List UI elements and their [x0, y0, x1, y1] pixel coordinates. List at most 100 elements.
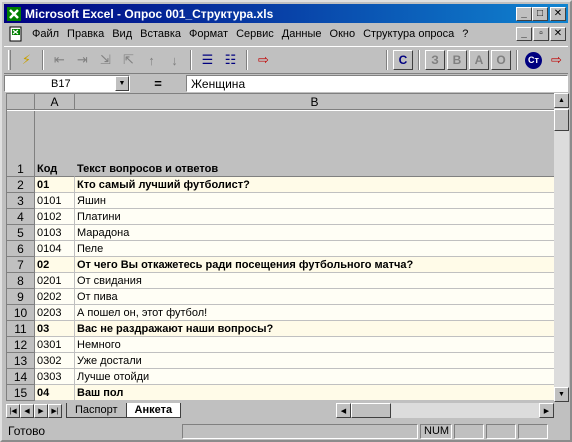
cell-text[interactable]: Яшин: [75, 193, 554, 209]
cell-text[interactable]: От чего Вы откажетесь ради посещения фут…: [75, 257, 554, 273]
indent-icon[interactable]: ⇥: [71, 49, 94, 71]
menu-edit[interactable]: Правка: [63, 28, 108, 40]
prev-sheet-icon[interactable]: ◀: [20, 403, 34, 418]
row-header[interactable]: 4: [7, 209, 35, 225]
chevron-down-icon[interactable]: ▼: [115, 76, 129, 91]
sheet-tab-passport[interactable]: Паспорт: [66, 403, 127, 418]
row-header[interactable]: 5: [7, 225, 35, 241]
minimize-button[interactable]: _: [516, 6, 532, 21]
demote-icon[interactable]: ⇲: [94, 49, 117, 71]
cell-code[interactable]: 01: [35, 177, 75, 193]
cell-code[interactable]: 03: [35, 321, 75, 337]
doc-close-button[interactable]: ✕: [550, 27, 566, 41]
row-header[interactable]: 12: [7, 337, 35, 353]
circle-cr-button[interactable]: Ст: [522, 49, 545, 71]
outdent-icon[interactable]: ⇤: [48, 49, 71, 71]
a-button[interactable]: А: [469, 50, 489, 70]
document-icon[interactable]: [8, 26, 24, 42]
cell-text[interactable]: Немного: [75, 337, 554, 353]
cell-text[interactable]: Марадона: [75, 225, 554, 241]
sheet-tab-questionnaire[interactable]: Анкета: [125, 403, 182, 418]
cell-code[interactable]: 0201: [35, 273, 75, 289]
column-header-b[interactable]: B: [75, 94, 554, 110]
cell-text[interactable]: Пеле: [75, 241, 554, 257]
row-header[interactable]: 11: [7, 321, 35, 337]
row-header[interactable]: 15: [7, 385, 35, 401]
cell-text[interactable]: От свидания: [75, 273, 554, 289]
last-sheet-icon[interactable]: ▶|: [48, 403, 62, 418]
row-header[interactable]: 9: [7, 289, 35, 305]
cell-code[interactable]: 0103: [35, 225, 75, 241]
menu-insert[interactable]: Вставка: [136, 28, 185, 40]
doc-restore-button[interactable]: ▫: [533, 27, 549, 41]
cell-code[interactable]: Код: [35, 111, 75, 177]
menu-window[interactable]: Окно: [326, 28, 360, 40]
cell-text[interactable]: Платини: [75, 209, 554, 225]
numbered-list-icon[interactable]: ☷: [219, 49, 242, 71]
move-down-icon[interactable]: ↓: [163, 49, 186, 71]
maximize-button[interactable]: □: [532, 6, 548, 21]
cell-text[interactable]: Уже достали: [75, 353, 554, 369]
cell-code[interactable]: 0102: [35, 209, 75, 225]
cell-text[interactable]: Кто самый лучший футболист?: [75, 177, 554, 193]
z-button[interactable]: З: [425, 50, 445, 70]
row-header[interactable]: 10: [7, 305, 35, 321]
select-all-corner[interactable]: [7, 94, 35, 110]
row-header[interactable]: 8: [7, 273, 35, 289]
scroll-down-icon[interactable]: ▼: [554, 387, 569, 402]
menu-view[interactable]: Вид: [108, 28, 136, 40]
cell-text[interactable]: Вас не раздражают наши вопросы?: [75, 321, 554, 337]
cell-code[interactable]: 04: [35, 385, 75, 401]
vertical-scroll-thumb[interactable]: [554, 109, 569, 131]
cell-text[interactable]: Текст вопросов и ответов: [75, 111, 554, 177]
cell-text[interactable]: А пошел он, этот футбол!: [75, 305, 554, 321]
exit2-icon[interactable]: ⇨: [545, 49, 568, 71]
row-header[interactable]: 14: [7, 369, 35, 385]
lightning-icon[interactable]: ⚡: [15, 49, 38, 71]
cell-code[interactable]: 0302: [35, 353, 75, 369]
scroll-right-icon[interactable]: ▶: [539, 403, 554, 418]
row-header[interactable]: 7: [7, 257, 35, 273]
cell-code[interactable]: 0101: [35, 193, 75, 209]
title-bar[interactable]: Microsoft Excel - Опрос 001_Структура.xl…: [4, 4, 568, 23]
cell-code[interactable]: 02: [35, 257, 75, 273]
promote-icon[interactable]: ⇱: [117, 49, 140, 71]
cell-code[interactable]: 0202: [35, 289, 75, 305]
horizontal-scrollbar[interactable]: ◀ ▶: [336, 403, 554, 418]
horizontal-scroll-thumb[interactable]: [351, 403, 391, 418]
toolbar-grip[interactable]: [8, 50, 11, 70]
cell-text[interactable]: Лучше отойди: [75, 369, 554, 385]
scroll-left-icon[interactable]: ◀: [336, 403, 351, 418]
row-header[interactable]: 1: [7, 111, 35, 177]
vertical-scrollbar[interactable]: ▲ ▼: [554, 93, 569, 402]
row-header[interactable]: 3: [7, 193, 35, 209]
move-up-icon[interactable]: ↑: [140, 49, 163, 71]
menu-help[interactable]: ?: [458, 28, 472, 40]
cell-text[interactable]: Ваш пол: [75, 385, 554, 401]
c-button[interactable]: C: [393, 50, 413, 70]
exit-icon[interactable]: ⇨: [252, 49, 275, 71]
cell-code[interactable]: 0303: [35, 369, 75, 385]
o-button[interactable]: О: [491, 50, 511, 70]
menu-format[interactable]: Формат: [185, 28, 232, 40]
menu-tools[interactable]: Сервис: [232, 28, 278, 40]
bullet-list-icon[interactable]: ☰: [196, 49, 219, 71]
scroll-up-icon[interactable]: ▲: [554, 93, 569, 108]
menu-survey-structure[interactable]: Структура опроса: [359, 28, 458, 40]
column-header-a[interactable]: A: [35, 94, 75, 110]
v-button[interactable]: В: [447, 50, 467, 70]
name-box[interactable]: B17 ▼: [4, 75, 130, 92]
first-sheet-icon[interactable]: |◀: [6, 403, 20, 418]
close-button[interactable]: ✕: [550, 6, 566, 21]
menu-data[interactable]: Данные: [278, 28, 326, 40]
cell-code[interactable]: 0104: [35, 241, 75, 257]
formula-input[interactable]: Женщина: [186, 75, 568, 92]
row-header[interactable]: 6: [7, 241, 35, 257]
doc-minimize-button[interactable]: _: [516, 27, 532, 41]
cell-code[interactable]: 0203: [35, 305, 75, 321]
next-sheet-icon[interactable]: ▶: [34, 403, 48, 418]
row-header[interactable]: 2: [7, 177, 35, 193]
row-header[interactable]: 13: [7, 353, 35, 369]
cell-text[interactable]: От пива: [75, 289, 554, 305]
spreadsheet-grid[interactable]: A B 1 Код Текст вопросов и ответов 2 01 Кто с…: [6, 93, 554, 401]
